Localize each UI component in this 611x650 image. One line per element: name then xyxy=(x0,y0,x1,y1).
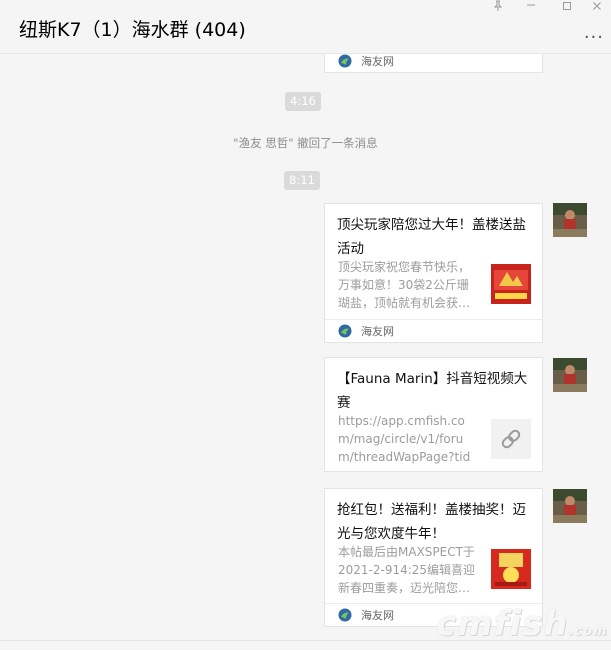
link-icon xyxy=(501,429,521,449)
card-source: 海友网 xyxy=(361,325,394,338)
card-title: 【Fauna Marin】抖音短视频大赛 xyxy=(337,371,528,411)
timestamp: 8:11 xyxy=(284,171,320,190)
title-bar: 纽斯K7（1）海水群 (404) ··· xyxy=(0,0,611,54)
card-footer: 海友网 xyxy=(325,319,542,342)
card-title: 抢红包！送福利！盖楼抽奖！迈光与您欢度牛年！ xyxy=(337,502,526,542)
haiyouwang-logo-icon xyxy=(338,608,352,622)
card-source: 海友网 xyxy=(361,609,394,622)
timestamp: 4:16 xyxy=(285,92,321,111)
pin-icon[interactable] xyxy=(493,0,503,15)
chat-title: 纽斯K7（1）海水群 (404) xyxy=(19,19,246,41)
avatar[interactable] xyxy=(553,489,587,523)
link-card-top[interactable]: 海友网 xyxy=(324,54,543,73)
chat-area[interactable]: 海友网 4:16 "渔友 思哲" 撤回了一条消息 8:11 顶尖玩家陪您过大年！… xyxy=(0,54,611,649)
card-footer: 海友网 xyxy=(325,54,542,72)
link-card[interactable]: 【Fauna Marin】抖音短视频大赛 https://app.cmfish.… xyxy=(324,357,543,472)
haiyouwang-logo-icon xyxy=(338,324,352,338)
card-thumbnail xyxy=(491,264,531,304)
watermark-text: cmfish xyxy=(436,604,569,644)
close-icon[interactable] xyxy=(592,0,602,15)
haiyouwang-logo-icon xyxy=(338,54,352,68)
avatar[interactable] xyxy=(553,358,587,392)
watermark-suffix: .com xyxy=(568,624,608,639)
watermark: cmfish.com xyxy=(436,604,608,644)
avatar[interactable] xyxy=(553,203,587,237)
minimize-icon[interactable] xyxy=(526,0,536,14)
card-source: 海友网 xyxy=(361,55,394,68)
card-thumbnail xyxy=(491,549,531,589)
maximize-icon[interactable] xyxy=(562,0,572,15)
card-description: 本帖最后由MAXSPECT于2021-2-914:25编辑喜迎新春四重奏，迈光陪… xyxy=(338,545,476,595)
card-title: 顶尖玩家陪您过大年！盖楼送盐活动 xyxy=(337,217,526,257)
recall-notice: "渔友 思哲" 撤回了一条消息 xyxy=(233,136,378,150)
card-description: 顶尖玩家祝您春节快乐，万事如意！30袋2公斤珊瑚盐，顶帖就有机会获… xyxy=(338,260,471,310)
link-card[interactable]: 顶尖玩家陪您过大年！盖楼送盐活动 顶尖玩家祝您春节快乐，万事如意！30袋2公斤珊… xyxy=(324,203,543,343)
link-thumbnail xyxy=(491,419,531,459)
card-description: https://app.cmfish.com/mag/circle/v1/for… xyxy=(338,414,471,464)
more-options-button[interactable]: ··· xyxy=(584,27,604,48)
